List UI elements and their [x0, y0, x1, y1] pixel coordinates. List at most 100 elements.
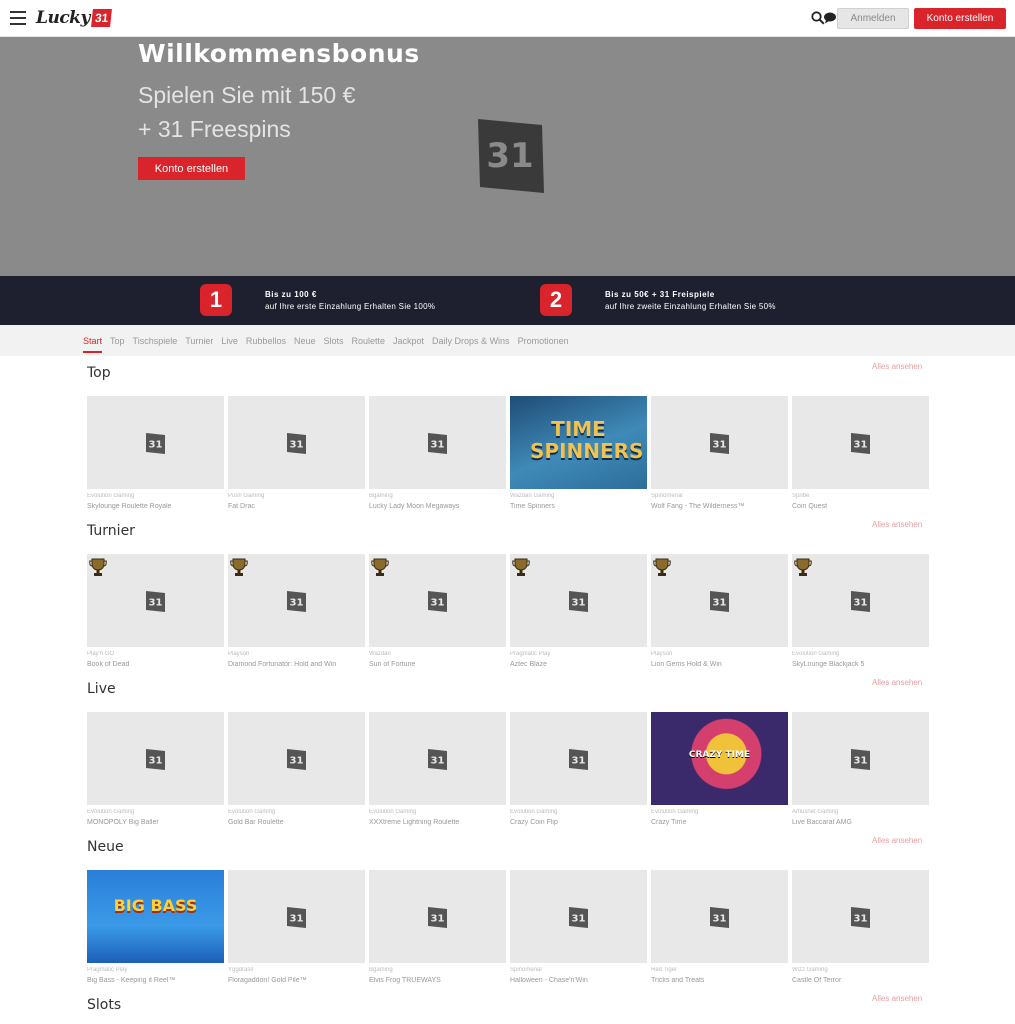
- game-name[interactable]: Lion Gems Hold & Win: [651, 661, 788, 668]
- game-name[interactable]: Book of Dead: [87, 661, 224, 668]
- game-name[interactable]: Elvis Frog TRUEWAYS: [369, 977, 506, 984]
- register-button[interactable]: Konto erstellen: [914, 8, 1006, 29]
- game-tile[interactable]: 31: [792, 554, 929, 647]
- game-tile[interactable]: TIME SPINNERS: [510, 396, 647, 489]
- game-tile[interactable]: 31: [87, 396, 224, 489]
- step-number: 2: [540, 284, 572, 316]
- game-provider: Evolution Gaming: [651, 809, 699, 815]
- game-name[interactable]: Castle Of Terror: [792, 977, 929, 984]
- tab-start[interactable]: Start: [83, 325, 103, 356]
- game-tile[interactable]: 31: [792, 396, 929, 489]
- trophy-icon: [512, 558, 530, 576]
- game-name[interactable]: Live Baccarat AMG: [792, 819, 929, 826]
- tab-promotionen[interactable]: Promotionen: [518, 325, 569, 356]
- game-tile[interactable]: 31: [651, 870, 788, 963]
- game-name[interactable]: Lucky Lady Moon Megaways: [369, 503, 506, 510]
- game-tile[interactable]: 31: [87, 554, 224, 647]
- game-name[interactable]: Crazy Coin Flip: [510, 819, 647, 826]
- game-tile[interactable]: 31: [792, 870, 929, 963]
- game-tile[interactable]: 31: [228, 554, 365, 647]
- game-provider: Bgaming: [369, 493, 393, 499]
- tab-row: Start Top Tischspiele Turnier Live Rubbellos N…: [83, 325, 577, 356]
- game-provider: Spinomenal: [651, 493, 683, 499]
- tab-roulette[interactable]: Roulette: [351, 325, 385, 356]
- game-name[interactable]: Crazy Time: [651, 819, 788, 826]
- game-placeholder-icon: 31: [428, 749, 447, 770]
- game-name[interactable]: Aztec Blaze: [510, 661, 647, 668]
- game-placeholder-icon: 31: [146, 591, 165, 612]
- game-name[interactable]: XXXtreme Lightning Roulette: [369, 819, 506, 826]
- game-name[interactable]: Diamond Fortunator: Hold and Win: [228, 661, 365, 668]
- trophy-icon: [371, 558, 389, 576]
- game-name[interactable]: SkyLounge Blackjack 5: [792, 661, 929, 668]
- game-name[interactable]: Halloween - Chase'n'Win: [510, 977, 647, 984]
- tab-jackpot[interactable]: Jackpot: [393, 325, 424, 356]
- see-all-link[interactable]: Alles ansehen: [872, 994, 922, 1003]
- game-tile[interactable]: CRAZY TIME: [651, 712, 788, 805]
- logo-text: Lucky: [36, 8, 90, 28]
- game-tile[interactable]: 31: [510, 554, 647, 647]
- game-tile[interactable]: 31: [369, 554, 506, 647]
- game-tile[interactable]: 31: [87, 712, 224, 805]
- tab-neue[interactable]: Neue: [294, 325, 316, 356]
- game-placeholder-icon: 31: [146, 749, 165, 770]
- game-provider: Wazdan: [369, 651, 391, 657]
- game-art-title: TIME SPINNERS: [530, 417, 644, 463]
- tab-top[interactable]: Top: [110, 325, 125, 356]
- menu-icon[interactable]: [10, 11, 26, 25]
- game-tile[interactable]: 31: [228, 712, 365, 805]
- game-name[interactable]: Coin Quest: [792, 503, 929, 510]
- game-name[interactable]: Sun of Fortune: [369, 661, 506, 668]
- game-name[interactable]: Floragaddon! Gold Pile™: [228, 977, 365, 984]
- tab-rubbellos[interactable]: Rubbellos: [246, 325, 286, 356]
- svg-text:31: 31: [486, 136, 533, 176]
- game-provider: Play'n GO: [87, 651, 115, 657]
- hero-register-button[interactable]: Konto erstellen: [138, 157, 245, 180]
- game-placeholder-icon: 31: [287, 591, 306, 612]
- game-tile[interactable]: 31: [792, 712, 929, 805]
- section-title-slots: Slots: [87, 997, 122, 1013]
- game-tile[interactable]: 31: [369, 396, 506, 489]
- game-tile[interactable]: 31: [369, 870, 506, 963]
- tab-tischspiele[interactable]: Tischspiele: [133, 325, 178, 356]
- game-tile[interactable]: 31: [651, 554, 788, 647]
- game-tile[interactable]: 31: [369, 712, 506, 805]
- site-logo[interactable]: Lucky 31: [36, 7, 113, 29]
- see-all-link[interactable]: Alles ansehen: [872, 520, 922, 529]
- game-provider: Evolution Gaming: [87, 493, 135, 499]
- game-name[interactable]: Gold Bar Roulette: [228, 819, 365, 826]
- game-name[interactable]: MONOPOLY Big Baller: [87, 819, 224, 826]
- svg-text:31: 31: [713, 914, 727, 925]
- tab-slots[interactable]: Slots: [323, 325, 343, 356]
- game-name[interactable]: Time Spinners: [510, 503, 647, 510]
- see-all-link[interactable]: Alles ansehen: [872, 836, 922, 845]
- game-name[interactable]: Skylounge Roulette Royale: [87, 503, 224, 510]
- tab-turnier[interactable]: Turnier: [185, 325, 213, 356]
- game-tile[interactable]: 31: [510, 712, 647, 805]
- see-all-link[interactable]: Alles ansehen: [872, 678, 922, 687]
- game-tile[interactable]: 31: [510, 870, 647, 963]
- tab-daily-drops-wins[interactable]: Daily Drops & Wins: [432, 325, 510, 356]
- game-placeholder-icon: 31: [710, 907, 729, 928]
- see-all-link[interactable]: Alles ansehen: [872, 362, 922, 371]
- section-title-neue: Neue: [87, 839, 124, 855]
- game-provider: Evolution Gaming: [792, 651, 840, 657]
- game-name[interactable]: Wolf Fang - The Wilderness™: [651, 503, 788, 510]
- game-tile[interactable]: 31: [228, 870, 365, 963]
- trophy-icon: [653, 558, 671, 576]
- game-tile[interactable]: 31: [228, 396, 365, 489]
- game-name[interactable]: Tricks and Treats: [651, 977, 788, 984]
- game-placeholder-icon: 31: [287, 433, 306, 454]
- game-tile[interactable]: 31: [651, 396, 788, 489]
- game-tile[interactable]: BIG BASS: [87, 870, 224, 963]
- login-button[interactable]: Anmelden: [837, 8, 909, 29]
- game-placeholder-icon: 31: [146, 433, 165, 454]
- chat-icon[interactable]: [823, 12, 837, 24]
- svg-text:31: 31: [431, 914, 445, 925]
- game-provider: Wazdan Gaming: [510, 493, 555, 499]
- brand-logo-icon: 31: [478, 119, 544, 193]
- game-name[interactable]: Fat Drac: [228, 503, 365, 510]
- game-placeholder-icon: 31: [287, 907, 306, 928]
- game-name[interactable]: Big Bass - Keeping it Reel™: [87, 977, 224, 984]
- tab-live[interactable]: Live: [221, 325, 238, 356]
